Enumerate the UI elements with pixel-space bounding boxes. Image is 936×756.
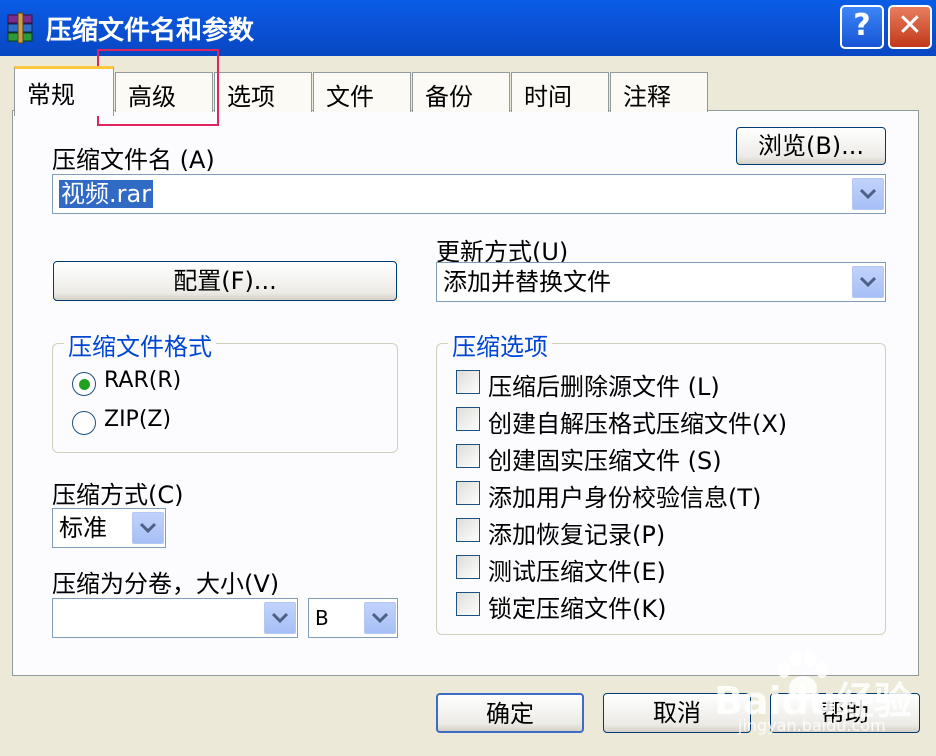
rar-radio[interactable] (72, 372, 96, 396)
volume-size-input[interactable] (52, 598, 298, 638)
tab-general[interactable]: 常规 (14, 66, 114, 116)
archive-name-value: 视频.rar (59, 180, 154, 208)
compression-method-value: 标准 (59, 514, 107, 542)
archive-format-group-label: 压缩文件格式 (64, 327, 216, 362)
close-button[interactable]: ✕ (888, 5, 932, 49)
lock-archive-checkbox[interactable] (456, 592, 480, 616)
help-title-button[interactable]: ? (840, 5, 884, 49)
tab-comment[interactable]: 注释 (610, 72, 708, 112)
add-authenticity-checkbox[interactable] (456, 481, 480, 505)
window-title: 压缩文件名和参数 (46, 16, 255, 46)
annotation-highlight-box (97, 49, 219, 126)
delete-after-archiving-checkbox[interactable] (456, 370, 480, 394)
tab-time[interactable]: 时间 (511, 72, 609, 112)
volume-unit-dropdown[interactable] (364, 602, 396, 634)
create-solid-label[interactable]: 创建固实压缩文件 (S) (488, 441, 722, 476)
rar-radio-label[interactable]: RAR(R) (104, 368, 181, 393)
add-recovery-record-checkbox[interactable] (456, 518, 480, 542)
delete-after-archiving-label[interactable]: 压缩后删除源文件 (L) (488, 367, 720, 402)
archive-name-label: 压缩文件名 (A) (52, 146, 215, 174)
create-solid-checkbox[interactable] (456, 444, 480, 468)
archive-name-input[interactable]: 视频.rar (52, 174, 886, 214)
split-volumes-label: 压缩为分卷，大小(V) (52, 570, 280, 598)
tab-backup[interactable]: 备份 (412, 72, 510, 112)
test-archive-checkbox[interactable] (456, 555, 480, 579)
create-sfx-label[interactable]: 创建自解压格式压缩文件(X) (488, 404, 787, 439)
volume-unit-value: B (315, 606, 329, 630)
profiles-button[interactable]: 配置(F)... (53, 261, 397, 301)
chevron-down-icon (271, 612, 289, 624)
volume-size-dropdown[interactable] (264, 602, 296, 634)
winrar-app-icon (7, 12, 33, 44)
tab-files[interactable]: 文件 (313, 72, 411, 112)
compression-method-label: 压缩方式(C) (52, 481, 184, 509)
lock-archive-label[interactable]: 锁定压缩文件(K) (488, 589, 666, 624)
ok-button[interactable]: 确定 (436, 693, 584, 733)
zip-radio[interactable] (72, 411, 96, 435)
create-sfx-checkbox[interactable] (456, 407, 480, 431)
chevron-down-icon (859, 276, 877, 288)
archive-name-dropdown[interactable] (852, 178, 884, 210)
zip-radio-label[interactable]: ZIP(Z) (104, 407, 171, 432)
add-recovery-record-label[interactable]: 添加恢复记录(P) (488, 515, 665, 550)
update-mode-value: 添加并替换文件 (443, 268, 611, 296)
browse-button[interactable]: 浏览(B)... (736, 127, 886, 165)
chevron-down-icon (371, 612, 389, 624)
watermark-url: jingyan.baidu.com (738, 716, 886, 735)
add-authenticity-label[interactable]: 添加用户身份校验信息(T) (488, 478, 761, 513)
compression-method-dropdown[interactable] (132, 512, 164, 544)
tab-options[interactable]: 选项 (214, 72, 312, 112)
update-mode-select[interactable]: 添加并替换文件 (436, 262, 886, 302)
test-archive-label[interactable]: 测试压缩文件(E) (488, 552, 666, 587)
chevron-down-icon (859, 188, 877, 200)
chevron-down-icon (139, 522, 157, 534)
update-mode-dropdown[interactable] (852, 266, 884, 298)
radio-dot (79, 379, 90, 390)
archive-options-group-label: 压缩选项 (448, 327, 552, 362)
